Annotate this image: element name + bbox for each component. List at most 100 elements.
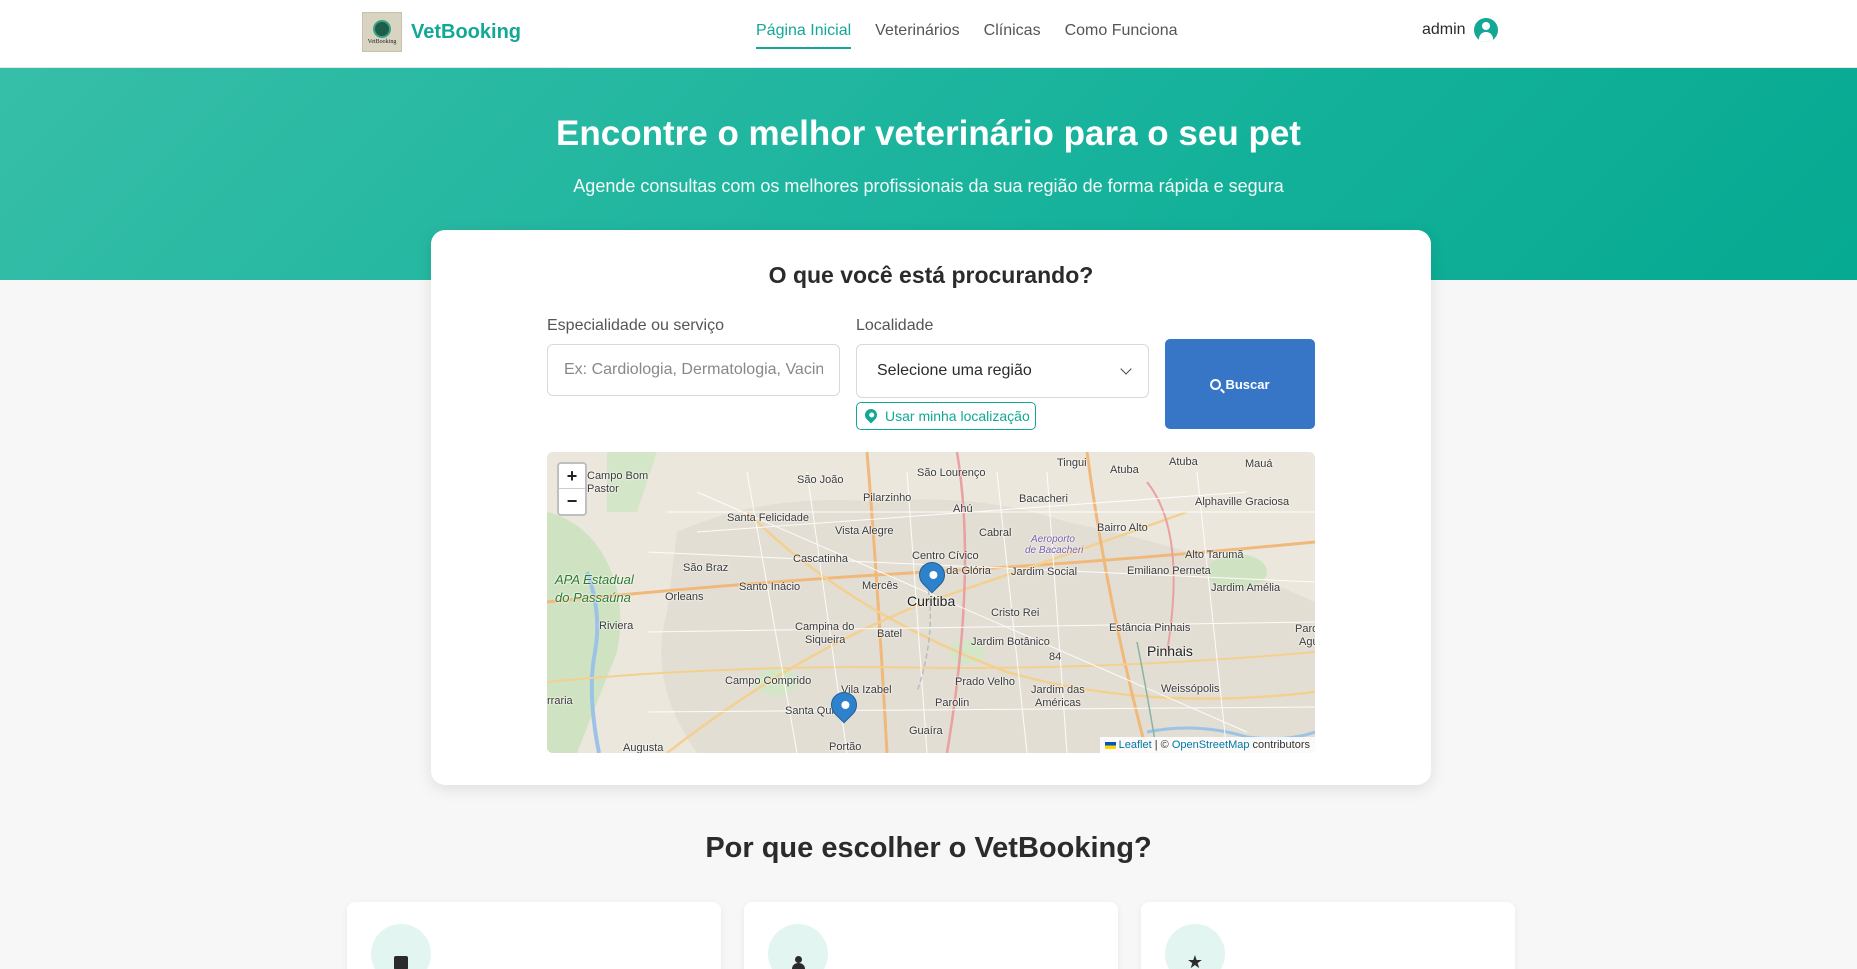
- map-label: Tingui: [1057, 457, 1087, 469]
- user-name[interactable]: admin: [1422, 21, 1466, 39]
- map-label: Cascatinha: [793, 553, 849, 565]
- search-title: O que você está procurando?: [768, 262, 1094, 288]
- location-label: Localidade: [856, 317, 934, 334]
- map-label: Bacacheri: [1019, 493, 1068, 505]
- nav-link-vets[interactable]: Veterinários: [875, 0, 960, 50]
- feature-card: [347, 902, 721, 969]
- feature-card: ★: [1141, 902, 1515, 969]
- map-label: Campina do: [795, 621, 855, 633]
- map-label: Alphaville Graciosa: [1195, 496, 1290, 508]
- osm-link[interactable]: OpenStreetMap: [1172, 739, 1250, 751]
- map-label: Estância Pinhais: [1109, 622, 1191, 634]
- map-label: Vista Alegre: [835, 525, 894, 537]
- ukraine-flag-icon: [1104, 741, 1116, 749]
- zoom-control: + −: [557, 462, 587, 516]
- map-label: Santa Felicidade: [727, 512, 809, 524]
- zoom-in-button[interactable]: +: [559, 464, 585, 489]
- brand-name[interactable]: VetBooking: [411, 21, 521, 44]
- map-label: Siqueira: [805, 634, 846, 646]
- map-label: Mauá: [1245, 458, 1273, 470]
- star-icon: ★: [1186, 951, 1204, 969]
- globe-icon: [373, 19, 391, 38]
- map-label-city: Pinhais: [1147, 643, 1193, 659]
- user-menu[interactable]: admin: [1422, 18, 1498, 42]
- map-label: Jardim Social: [1011, 566, 1078, 578]
- map-label: São Lourenço: [917, 467, 986, 479]
- chevron-down-icon: [1120, 363, 1132, 375]
- map-label: do Passaúna: [555, 590, 631, 605]
- map-pin-icon: [862, 406, 880, 424]
- map-label: Orleans: [665, 591, 704, 603]
- attribution-suffix: contributors: [1249, 739, 1310, 751]
- nav-link-how-it-works[interactable]: Como Funciona: [1065, 0, 1178, 50]
- map-label: Alto Tarumã: [1185, 549, 1244, 561]
- hero-subtitle: Agende consultas com os melhores profiss…: [573, 176, 1284, 196]
- brand-logo[interactable]: VetBooking: [362, 12, 402, 52]
- map-label: Agu: [1299, 636, 1315, 648]
- user-circle-icon[interactable]: [1473, 18, 1498, 42]
- map-label: Riviera: [599, 620, 634, 632]
- map-label: Batel: [877, 628, 903, 640]
- map-label: Parolin: [935, 697, 970, 709]
- leaflet-link[interactable]: Leaflet: [1119, 739, 1152, 751]
- map-label: Jardim Amélia: [1211, 582, 1281, 594]
- nav-link-clinics[interactable]: Clínicas: [984, 0, 1041, 50]
- map-label: Emiliano Perneta: [1127, 565, 1211, 577]
- navbar: VetBooking VetBooking Página Inicial Vet…: [0, 0, 1857, 68]
- region-select-value: Selecione uma região: [877, 362, 1032, 379]
- search-card: O que você está procurando? Especialidad…: [431, 230, 1431, 785]
- search-icon: [1210, 378, 1222, 390]
- brand[interactable]: VetBooking VetBooking: [362, 12, 521, 52]
- user-doctor-icon: [791, 956, 805, 969]
- nav-link-home[interactable]: Página Inicial: [756, 0, 852, 49]
- use-location-label: Usar minha localização: [885, 408, 1030, 424]
- map-label: Parqu: [1295, 623, 1315, 635]
- map-label-city: Curitiba: [907, 593, 956, 609]
- map-attribution: Leaflet | © OpenStreetMap contributors: [1099, 737, 1315, 753]
- map-label: Santo Inácio: [739, 581, 801, 593]
- feature-icon-circle: [371, 924, 431, 969]
- map-label: Mercês: [862, 580, 899, 592]
- search-button-label: Buscar: [1225, 376, 1270, 392]
- map-label: Bairro Alto: [1097, 522, 1148, 534]
- region-select[interactable]: Selecione uma região: [856, 344, 1149, 398]
- map-label: Atuba: [1110, 464, 1139, 476]
- map-label: Weissópolis: [1161, 683, 1220, 695]
- map-label: Jardim das: [1031, 684, 1085, 696]
- map-label: São João: [797, 474, 844, 486]
- map-label: rraria: [547, 695, 573, 707]
- map-label: Centro Cívico: [912, 550, 979, 562]
- why-title: Por que escolher o VetBooking?: [705, 832, 1152, 864]
- map-label: São Braz: [683, 562, 729, 574]
- map-label: Portão: [829, 741, 862, 753]
- zoom-out-button[interactable]: −: [559, 489, 585, 514]
- map-label: Pastor: [587, 483, 619, 495]
- map-label: Cristo Rei: [991, 607, 1040, 619]
- map-label: Campo Comprido: [725, 675, 812, 687]
- use-location-button[interactable]: Usar minha localização: [856, 402, 1036, 430]
- map-label: Atuba: [1169, 456, 1198, 468]
- hero-title: Encontre o melhor veterinário para o seu…: [556, 114, 1301, 153]
- map-label: Prado Velho: [955, 676, 1015, 688]
- attribution-separator: | ©: [1151, 739, 1172, 751]
- specialty-input[interactable]: [547, 344, 840, 396]
- nav-links: Página Inicial Veterinários Clínicas Com…: [756, 0, 1202, 68]
- map-label: Campo Bom: [587, 470, 649, 482]
- map[interactable]: Campo Bom Pastor São João São Lourenço T…: [547, 452, 1315, 753]
- map-label: APA Estadual: [555, 572, 634, 587]
- map-label: Jardim Botânico: [971, 636, 1050, 648]
- map-label: Américas: [1035, 697, 1081, 709]
- map-label: 84: [1049, 651, 1062, 663]
- specialty-label: Especialidade ou serviço: [547, 317, 724, 334]
- map-label: Pilarzinho: [863, 492, 912, 504]
- map-label: Cabral: [979, 527, 1012, 539]
- map-label: Augusta: [623, 742, 664, 753]
- feature-card: [744, 902, 1118, 969]
- map-label: Aeroporto: [1031, 534, 1075, 545]
- search-button[interactable]: Buscar: [1165, 339, 1315, 429]
- map-label: Guaíra: [909, 725, 943, 737]
- map-label: Santa Qui: [785, 705, 834, 717]
- map-label: de Bacacheri: [1025, 545, 1084, 556]
- map-label: Ahú: [953, 503, 973, 515]
- feature-icon-circle: [768, 924, 828, 969]
